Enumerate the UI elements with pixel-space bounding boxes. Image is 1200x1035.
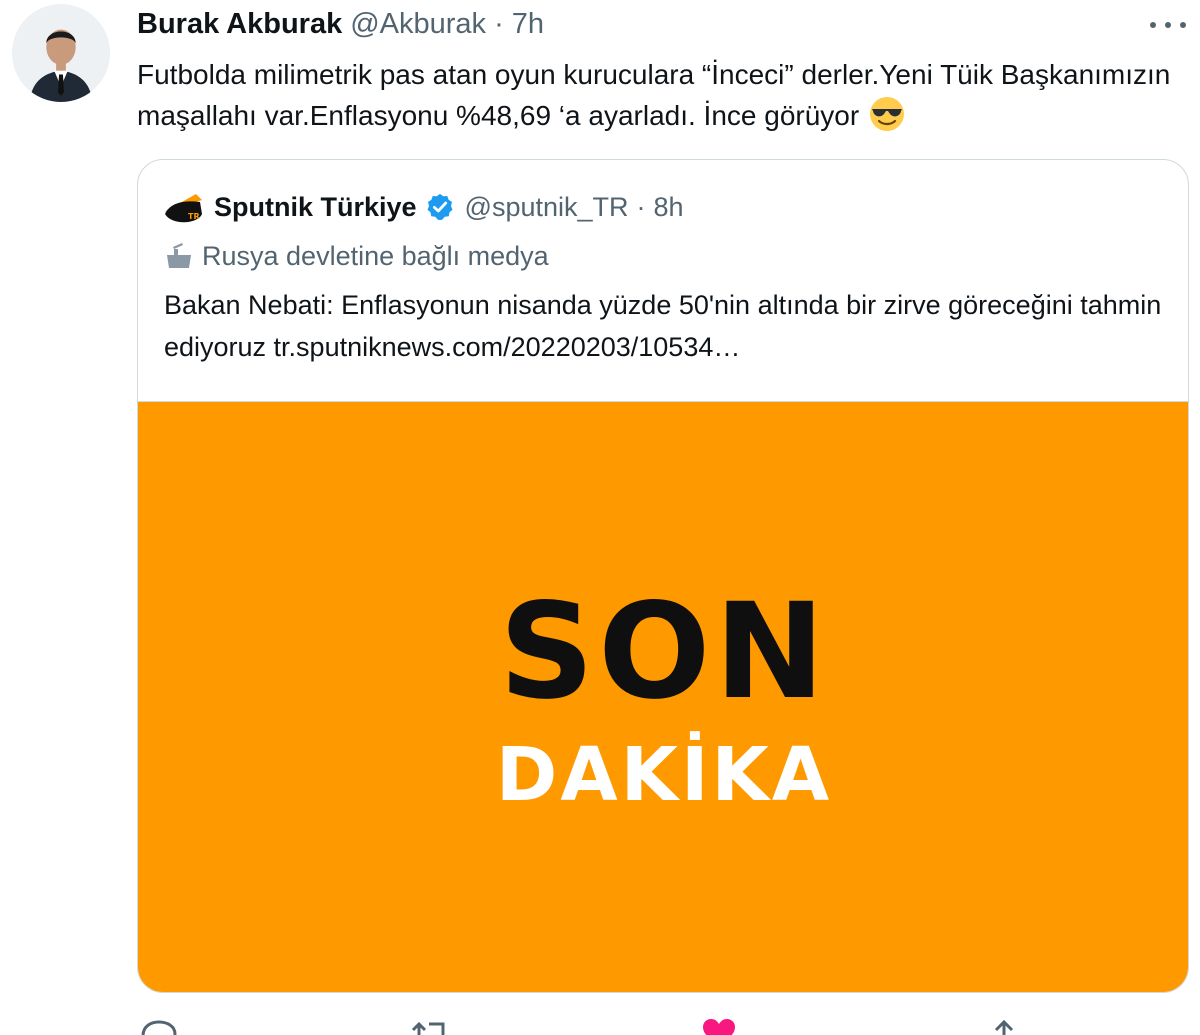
sputnik-logo-icon[interactable]: TR (162, 186, 204, 228)
state-media-icon (164, 241, 194, 271)
smiling-face-with-sunglasses-icon (869, 96, 905, 132)
tweet-body: Futbolda milimetrik pas atan oyun kurucu… (137, 59, 1171, 131)
author-display-name[interactable]: Burak Akburak (137, 8, 342, 41)
quote-media-image[interactable]: SON DAKİKA (138, 401, 1188, 992)
quote-separator: · (636, 191, 646, 222)
tweet-text: Futbolda milimetrik pas atan oyun kurucu… (137, 54, 1187, 136)
quote-handle[interactable]: @sputnik_TR (465, 192, 629, 223)
quote-display-name[interactable]: Sputnik Türkiye (214, 192, 417, 223)
reply-icon[interactable] (137, 1018, 181, 1035)
verified-badge-icon (425, 192, 455, 222)
svg-text:TR: TR (188, 212, 200, 221)
share-icon[interactable] (982, 1018, 1026, 1035)
header-separator: · (494, 7, 504, 40)
quote-timestamp[interactable]: 8h (654, 192, 684, 223)
author-avatar[interactable] (12, 4, 110, 102)
more-options-icon[interactable] (1150, 12, 1186, 38)
like-icon[interactable] (697, 1018, 741, 1035)
quoted-tweet-card[interactable]: TR Sputnik Türkiye @sputnik_TR · 8h Rusy… (137, 159, 1189, 993)
author-handle[interactable]: @Akburak (350, 8, 486, 41)
state-media-label-text: Rusya devletine bağlı medya (202, 240, 549, 271)
state-media-label[interactable]: Rusya devletine bağlı medya (164, 238, 549, 274)
retweet-icon[interactable] (409, 1018, 453, 1035)
tweet-timestamp[interactable]: 7h (512, 8, 544, 41)
media-headline-dakika: DAKİKA (495, 732, 833, 818)
tweet-action-bar (137, 1018, 1187, 1035)
tweet-header: Burak Akburak @Akburak · 7h (137, 4, 544, 44)
profile-photo-icon (12, 4, 110, 102)
quote-header: TR Sputnik Türkiye @sputnik_TR · 8h (162, 186, 684, 228)
media-headline-son: SON (499, 575, 829, 729)
quote-text: Bakan Nebati: Enflasyonun nisanda yüzde … (164, 290, 1162, 362)
